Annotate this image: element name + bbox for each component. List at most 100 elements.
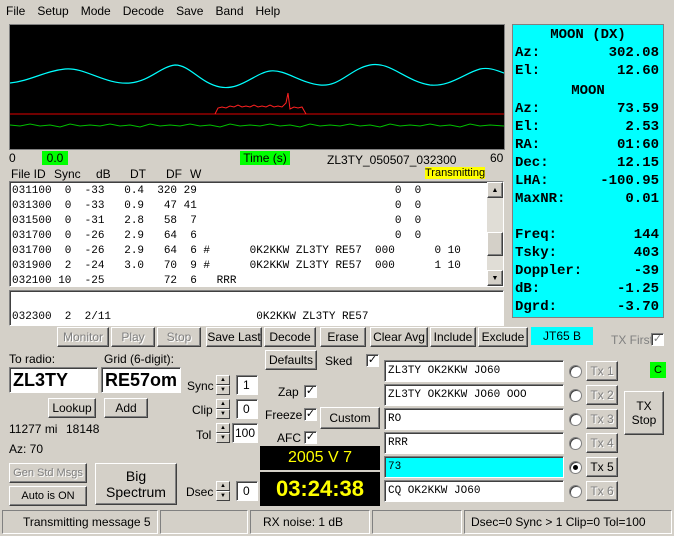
clip-label: Clip <box>192 403 213 417</box>
auto-button[interactable]: Auto is ON <box>9 486 87 506</box>
spectrum-plot[interactable] <box>9 24 505 150</box>
moon-row: Az: 73.59 <box>513 100 663 118</box>
big-spectrum-button[interactable]: Big Spectrum <box>95 463 177 505</box>
moon-row: RA: 01:60 <box>513 136 663 154</box>
menu-help[interactable]: Help <box>250 4 287 18</box>
average-line: 032300 2 2/11 0K2KKW ZL3TY RE57 <box>12 311 369 323</box>
decode-line[interactable]: 031300 0 -33 0.9 47 41 0 0 <box>12 199 486 214</box>
zap-checkbox[interactable]: ✓ <box>304 385 317 398</box>
decode-line[interactable]: 031700 0 -26 2.9 64 6 # 0K2KKW ZL3TY RE5… <box>12 244 486 259</box>
status-message: Transmitting message 5 <box>2 510 158 534</box>
tx-radio-2[interactable] <box>569 389 582 402</box>
decode-line[interactable]: 031700 0 -26 2.9 64 6 0 0 <box>12 229 486 244</box>
moon-key: El: <box>515 63 541 79</box>
tx-radio-4[interactable] <box>569 437 582 450</box>
grid-value: RE57om <box>105 370 178 390</box>
add-button[interactable]: Add <box>104 398 148 418</box>
clip-value-box[interactable]: 0 <box>236 399 258 419</box>
tx-message-input-5[interactable]: 73 <box>384 456 564 478</box>
grid-input[interactable]: RE57om <box>101 367 181 393</box>
gen-std-msgs-button[interactable]: Gen Std Msgs <box>9 463 87 483</box>
decode-line[interactable]: 031500 0 -31 2.8 58 7 0 0 <box>12 214 486 229</box>
scroll-up-button[interactable]: ▲ <box>487 182 503 198</box>
tx-message-input-1[interactable]: ZL3TY OK2KKW JO60 <box>384 360 564 382</box>
moon-key: dB: <box>515 281 541 297</box>
moon-value: -100.95 <box>600 173 659 189</box>
status-empty-1 <box>160 510 248 534</box>
tx-radio-6[interactable] <box>569 485 582 498</box>
tol-value-box[interactable]: 100 <box>232 423 258 443</box>
tx-button-3[interactable]: Tx 3 <box>586 409 618 429</box>
decode-line[interactable]: 032100 10 -25 72 6 RRR <box>12 274 486 286</box>
sync-value-box[interactable]: 1 <box>236 375 258 395</box>
scroll-thumb[interactable] <box>487 232 503 256</box>
decode-list[interactable]: 031100 0 -33 0.4 320 29 0 0 031300 0 -33 … <box>9 181 504 287</box>
lookup-button[interactable]: Lookup <box>48 398 96 418</box>
menu-file[interactable]: File <box>0 4 31 18</box>
menu-band[interactable]: Band <box>209 4 249 18</box>
big-spectrum-label-1: Big <box>125 468 147 484</box>
col-dt: DT <box>130 167 146 181</box>
tx-button-1[interactable]: Tx 1 <box>586 361 618 381</box>
dsec-spinner[interactable]: ▲ ▼ <box>216 481 230 501</box>
col-sync: Sync <box>54 167 81 181</box>
tol-spinner[interactable]: ▲ ▼ <box>216 423 230 443</box>
moon-key: MaxNR: <box>515 191 566 207</box>
clip-spinner[interactable]: ▲ ▼ <box>216 399 230 419</box>
tx-button-5[interactable]: Tx 5 <box>586 457 618 477</box>
scrollbar[interactable]: ▲ ▼ <box>487 182 503 286</box>
decode-button[interactable]: Decode <box>264 327 316 347</box>
col-db: dB <box>96 167 111 181</box>
left-indicator: 0.0 <box>42 151 68 165</box>
stop-button[interactable]: Stop <box>157 327 201 347</box>
moon-dx-title: MOON (DX) <box>550 27 626 43</box>
distance-mi: 11277 mi <box>9 422 58 436</box>
moon-value: 403 <box>633 245 659 261</box>
tx-message-input-4[interactable]: RRR <box>384 432 564 454</box>
moon-row: dB: -1.25 <box>513 280 663 298</box>
menu-setup[interactable]: Setup <box>31 4 74 18</box>
play-button[interactable]: Play <box>111 327 155 347</box>
tx-message-input-3[interactable]: RO <box>384 408 564 430</box>
include-button[interactable]: Include <box>430 327 476 347</box>
moon-row: El: 12.60 <box>513 62 663 80</box>
status-noise: RX noise: 1 dB <box>250 510 370 534</box>
menu-mode[interactable]: Mode <box>75 4 117 18</box>
tx-button-4[interactable]: Tx 4 <box>586 433 618 453</box>
scroll-down-button[interactable]: ▼ <box>487 270 503 286</box>
dsec-value-box[interactable]: 0 <box>236 481 258 501</box>
tx-message-input-2[interactable]: ZL3TY OK2KKW JO60 OOO <box>384 384 564 406</box>
tx-message-input-6[interactable]: CQ OK2KKW JO60 <box>384 480 564 502</box>
menu-save[interactable]: Save <box>170 4 209 18</box>
tx-button-2[interactable]: Tx 2 <box>586 385 618 405</box>
clear-avg-button[interactable]: Clear Avg <box>370 327 428 347</box>
afc-checkbox[interactable]: ✓ <box>304 431 317 444</box>
tx-radio-3[interactable] <box>569 413 582 426</box>
erase-button[interactable]: Erase <box>320 327 366 347</box>
tx-first-checkbox[interactable]: ✓ <box>651 333 664 346</box>
exclude-button[interactable]: Exclude <box>478 327 528 347</box>
sync-spinner[interactable]: ▲ ▼ <box>216 375 230 395</box>
to-radio-input[interactable]: ZL3TY <box>9 367 98 393</box>
menu-decode[interactable]: Decode <box>117 4 170 18</box>
moon-key: Dgrd: <box>515 299 558 315</box>
axis-max: 60 <box>490 151 504 165</box>
moon-row: Dgrd: -3.70 <box>513 298 663 316</box>
defaults-button[interactable]: Defaults <box>265 350 317 370</box>
time-label: Time (s) <box>240 151 290 165</box>
freeze-checkbox[interactable]: ✓ <box>304 408 317 421</box>
time-display: 03:24:38 <box>260 472 380 506</box>
custom-button[interactable]: Custom <box>320 407 380 429</box>
tx-button-6[interactable]: Tx 6 <box>586 481 618 501</box>
tx-radio-5[interactable] <box>569 461 582 474</box>
tx-radio-1[interactable] <box>569 365 582 378</box>
decode-line[interactable]: 031900 2 -24 3.0 70 9 # 0K2KKW ZL3TY RE5… <box>12 259 486 274</box>
col-w: W <box>190 167 202 181</box>
tx-stop-label-2: Stop <box>631 413 657 427</box>
decode-line[interactable]: 031100 0 -33 0.4 320 29 0 0 <box>12 184 486 199</box>
average-list: 032300 2 2/11 0K2KKW ZL3TY RE57 <box>9 290 504 326</box>
tx-stop-button[interactable]: TX Stop <box>624 391 664 435</box>
sked-checkbox[interactable]: ✓ <box>366 354 379 367</box>
monitor-button[interactable]: Monitor <box>57 327 109 347</box>
save-last-button[interactable]: Save Last <box>206 327 262 347</box>
